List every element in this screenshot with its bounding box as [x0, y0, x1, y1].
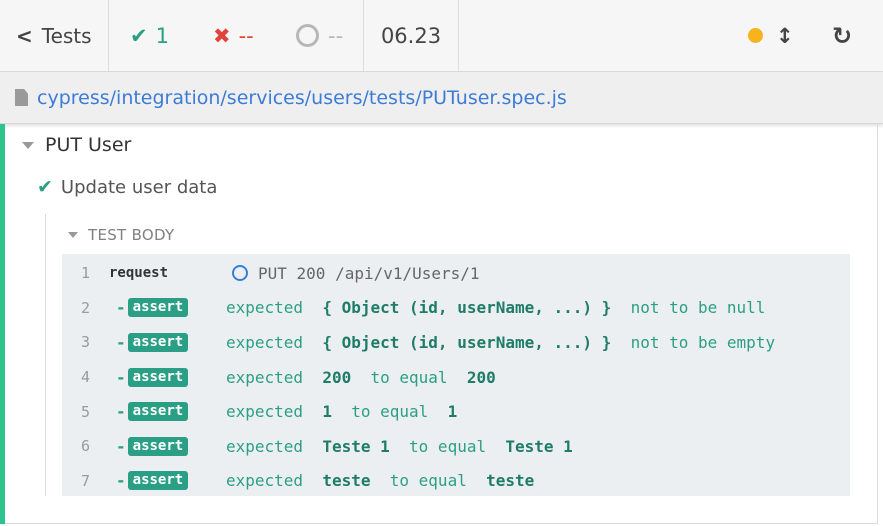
spec-path-link[interactable]: cypress/integration/services/users/tests…	[37, 87, 567, 109]
assert-label: - assert	[116, 332, 189, 352]
request-message-text: PUT 200 /api/v1/Users/1	[258, 263, 480, 283]
failed-count: --	[238, 23, 254, 48]
command-message: expected Teste 1 to equal Teste 1	[226, 436, 573, 456]
rerun-button[interactable]: ↻	[832, 0, 852, 71]
suite-title[interactable]: PUT User	[22, 134, 131, 156]
command-row[interactable]: 7 - assert expected teste to equal teste	[62, 464, 850, 499]
failed-stat: ✖ --	[213, 0, 254, 71]
file-icon	[15, 89, 28, 106]
assert-badge: assert	[127, 436, 189, 456]
assert-badge: assert	[127, 367, 189, 387]
back-to-tests-button[interactable]: < Tests	[0, 0, 108, 71]
command-message: expected 200 to equal 200	[226, 367, 496, 387]
resize-vertical-icon: ↕	[776, 23, 794, 48]
assert-label: - assert	[116, 367, 189, 387]
reload-icon: ↻	[832, 21, 853, 50]
test-title-text: Update user data	[60, 176, 218, 198]
spec-file-bar: cypress/integration/services/users/tests…	[0, 72, 883, 124]
command-message: expected teste to equal teste	[226, 471, 535, 491]
test-body-border	[45, 214, 46, 496]
command-number: 5	[81, 402, 91, 421]
assert-badge: assert	[127, 298, 189, 318]
command-message: expected { Object (id, userName, ...) } …	[226, 332, 776, 352]
command-message: expected { Object (id, userName, ...) } …	[226, 298, 766, 318]
caret-down-icon	[68, 232, 78, 238]
runnables: PUT User ✔ Update user data TEST BODY 1 …	[0, 124, 878, 524]
command-row[interactable]: 3 - assert expected { Object (id, userNam…	[62, 325, 850, 360]
command-message: PUT 200 /api/v1/Users/1	[232, 264, 480, 283]
command-row[interactable]: 4 - assert expected 200 to equal 200	[62, 360, 850, 395]
test-body-header[interactable]: TEST BODY	[68, 226, 175, 244]
command-list: 1 request PUT 200 /api/v1/Users/1 2 - ass…	[62, 254, 850, 496]
passed-count: 1	[155, 23, 169, 48]
assert-badge: assert	[127, 402, 189, 422]
passed-state-bar	[0, 124, 5, 524]
pending-count: --	[328, 23, 344, 48]
command-number: 4	[81, 368, 91, 387]
assert-badge: assert	[127, 471, 189, 491]
assert-label: - assert	[116, 471, 189, 491]
toggle-auto-scroll-button[interactable]: ↕	[776, 0, 794, 71]
command-number: 2	[81, 298, 91, 317]
divider	[458, 0, 459, 71]
pending-stat: --	[296, 0, 343, 71]
duration: 06.23	[380, 23, 442, 48]
test-body-title: TEST BODY	[88, 226, 175, 244]
assert-label: - assert	[116, 298, 189, 318]
command-message: expected 1 to equal 1	[226, 402, 458, 422]
command-number: 1	[81, 264, 91, 283]
assert-label: - assert	[116, 402, 189, 422]
suite-title-text: PUT User	[45, 134, 132, 156]
command-row[interactable]: 6 - assert expected Teste 1 to equal Test…	[62, 429, 850, 464]
assert-label: - assert	[116, 436, 189, 456]
chevron-left-icon: <	[16, 23, 33, 48]
test-title[interactable]: ✔ Update user data	[37, 176, 217, 198]
command-number: 7	[81, 471, 91, 490]
command-name: request	[109, 265, 169, 282]
check-icon: ✔	[130, 23, 148, 48]
command-row[interactable]: 2 - assert expected { Object (id, userNam…	[62, 291, 850, 326]
ring-icon	[232, 265, 248, 282]
check-icon: ✔	[37, 176, 53, 198]
assert-badge: assert	[127, 332, 189, 352]
running-indicator	[748, 0, 763, 71]
ring-icon	[296, 24, 319, 47]
x-icon: ✖	[213, 23, 231, 48]
reporter-header: < Tests ✔ 1 ✖ -- -- 06.23 ↕ ↻	[0, 0, 883, 72]
dot-icon	[748, 28, 763, 43]
command-row[interactable]: 5 - assert expected 1 to equal 1	[62, 394, 850, 429]
command-number: 3	[81, 333, 91, 352]
command-number: 6	[81, 437, 91, 456]
passed-stat: ✔ 1	[130, 0, 169, 71]
divider	[108, 0, 109, 71]
command-row[interactable]: 1 request PUT 200 /api/v1/Users/1	[62, 256, 850, 291]
caret-down-icon	[22, 141, 34, 149]
back-label: Tests	[41, 23, 92, 48]
